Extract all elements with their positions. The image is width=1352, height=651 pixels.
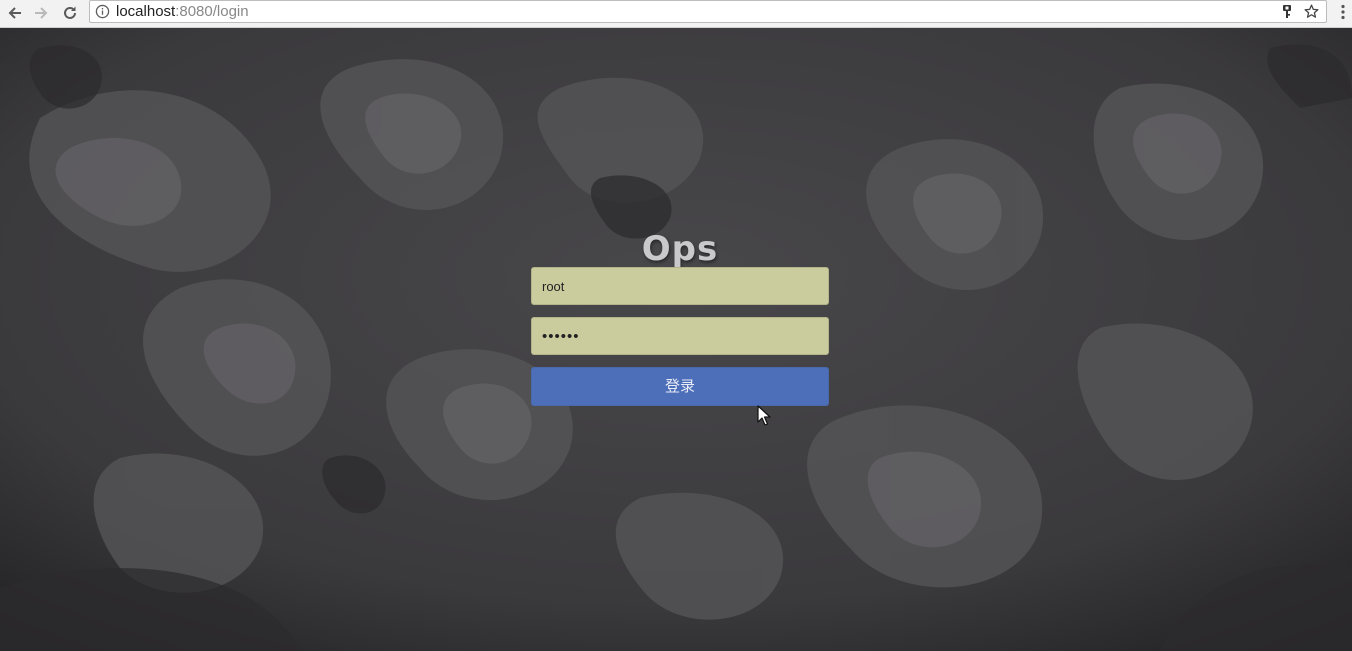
address-bar[interactable]: localhost:8080/login xyxy=(89,0,1327,23)
username-input[interactable] xyxy=(531,267,829,305)
reload-button[interactable] xyxy=(59,2,81,24)
back-button[interactable] xyxy=(4,2,26,24)
reload-icon xyxy=(64,6,76,19)
kebab-menu-icon[interactable] xyxy=(1336,4,1350,20)
login-button[interactable]: 登录 xyxy=(531,367,829,406)
forward-button[interactable] xyxy=(30,2,52,24)
app-title: Ops xyxy=(641,229,719,269)
password-input[interactable] xyxy=(531,317,829,355)
url-path: :8080/login xyxy=(175,3,249,20)
info-icon[interactable] xyxy=(95,4,110,19)
star-icon[interactable] xyxy=(1303,3,1320,20)
browser-toolbar: localhost:8080/login xyxy=(0,0,1352,28)
url-text[interactable]: localhost:8080/login xyxy=(116,3,249,20)
mouse-cursor-icon xyxy=(757,405,771,426)
key-icon[interactable] xyxy=(1280,4,1294,19)
arrow-left-icon xyxy=(8,7,21,19)
url-host: localhost xyxy=(116,3,176,20)
arrow-right-icon xyxy=(35,7,48,19)
